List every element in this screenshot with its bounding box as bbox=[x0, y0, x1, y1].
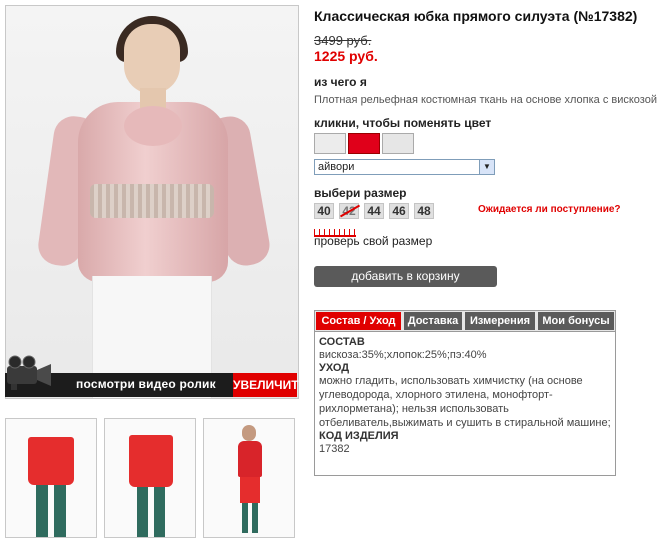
thumb-skirt bbox=[129, 435, 173, 487]
tab-delivery[interactable]: Доставка bbox=[404, 312, 462, 330]
size-option-48[interactable]: 48 bbox=[414, 203, 434, 219]
color-select-value: айвори bbox=[318, 161, 355, 173]
check-size-link[interactable]: проверь свой размер bbox=[314, 234, 432, 248]
thumbnail-2[interactable] bbox=[104, 418, 196, 538]
code-text: 17382 bbox=[319, 443, 350, 455]
composition-heading: СОСТАВ bbox=[319, 336, 365, 348]
photo-figure-head bbox=[124, 24, 180, 94]
chevron-down-icon[interactable]: ▼ bbox=[479, 160, 494, 174]
details-tabs: Состав / Уход Доставка Измерения Мои бон… bbox=[314, 310, 616, 332]
thumb-jacket bbox=[238, 441, 262, 477]
new-price: 1225 руб. bbox=[314, 48, 378, 64]
video-link[interactable]: посмотри видео ролик bbox=[76, 377, 216, 391]
material-text: Плотная рельефная костюмная ткань на осн… bbox=[314, 94, 657, 106]
composition-text: вискоза:35%;хлопок:25%;пэ:40% bbox=[319, 349, 487, 361]
thumb-head bbox=[242, 425, 256, 441]
thumb-leg bbox=[252, 503, 258, 533]
size-option-42: 42 bbox=[339, 203, 361, 219]
photo-figure-neck bbox=[140, 88, 166, 108]
old-price: 3499 руб. bbox=[314, 33, 372, 48]
color-label: кликни, чтобы поменять цвет bbox=[314, 116, 492, 130]
thumb-leg bbox=[36, 485, 48, 537]
color-swatch-1[interactable] bbox=[314, 133, 346, 154]
code-heading: КОД ИЗДЕЛИЯ bbox=[319, 430, 399, 442]
photo-figure-bow bbox=[124, 106, 182, 146]
size-option-44[interactable]: 44 bbox=[364, 203, 384, 219]
product-title: Классическая юбка прямого силуэта (№1738… bbox=[314, 8, 638, 24]
thumb-skirt bbox=[28, 437, 74, 485]
color-swatch-2[interactable] bbox=[348, 133, 380, 154]
care-text: можно гладить, использовать химчистку (н… bbox=[319, 375, 611, 429]
size-option-40[interactable]: 40 bbox=[314, 203, 334, 219]
thumbnail-1[interactable] bbox=[5, 418, 97, 538]
zoom-button[interactable]: УВЕЛИЧИТЬ bbox=[233, 373, 307, 397]
availability-link[interactable]: Ожидается ли поступление? bbox=[478, 204, 621, 215]
care-heading: УХОД bbox=[319, 362, 350, 374]
video-camera-icon[interactable] bbox=[5, 352, 55, 392]
color-select[interactable]: айвори ▼ bbox=[314, 159, 495, 175]
thumb-leg bbox=[154, 487, 165, 537]
size-label: выбери размер bbox=[314, 186, 407, 200]
thumb-skirt bbox=[240, 477, 260, 503]
thumb-leg bbox=[54, 485, 66, 537]
add-to-cart-button[interactable]: добавить в корзину bbox=[314, 266, 497, 287]
size-option-46[interactable]: 46 bbox=[389, 203, 409, 219]
details-panel: СОСТАВ вискоза:35%;хлопок:25%;пэ:40% УХО… bbox=[314, 331, 616, 476]
photo-figure-belt bbox=[90, 184, 214, 218]
product-main-photo[interactable] bbox=[5, 5, 299, 399]
tab-measurements[interactable]: Измерения bbox=[465, 312, 535, 330]
thumbnail-3[interactable] bbox=[203, 418, 295, 538]
material-label: из чего я bbox=[314, 75, 367, 89]
thumb-leg bbox=[137, 487, 148, 537]
thumb-leg bbox=[242, 503, 248, 533]
color-swatch-3[interactable] bbox=[382, 133, 414, 154]
tab-composition[interactable]: Состав / Уход bbox=[316, 312, 401, 330]
tab-bonuses[interactable]: Мои бонусы bbox=[538, 312, 614, 330]
